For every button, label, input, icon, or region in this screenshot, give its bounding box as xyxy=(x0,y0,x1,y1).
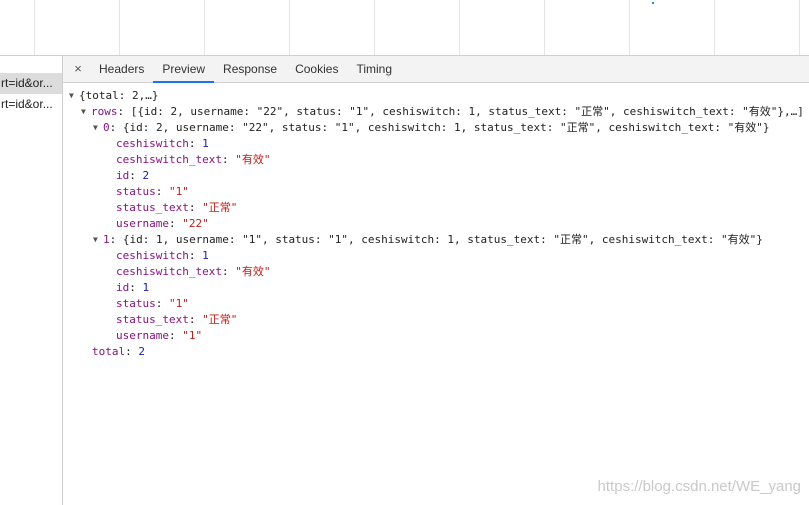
request-list: rt=id&or... rt=id&or... xyxy=(0,56,63,505)
expand-triangle-icon[interactable]: ▼ xyxy=(69,88,79,104)
tab-response[interactable]: Response xyxy=(214,56,286,82)
request-details: × Headers Preview Response Cookies Timin… xyxy=(63,56,809,505)
json-value: "1" xyxy=(182,329,203,342)
json-value: 1 xyxy=(142,281,150,294)
json-colon: : xyxy=(188,201,203,214)
json-colon: : xyxy=(188,137,203,150)
json-value: 1 xyxy=(202,249,209,262)
json-colon: : xyxy=(125,345,139,358)
json-value: 2 xyxy=(138,345,145,358)
timeline-gridline xyxy=(799,0,800,55)
json-colon: : xyxy=(109,121,123,134)
timeline-gridline xyxy=(204,0,205,55)
json-colon: : xyxy=(168,329,183,342)
timeline-gridline xyxy=(374,0,375,55)
json-colon: : xyxy=(109,233,123,246)
json-colon: : xyxy=(129,169,143,182)
json-root-node[interactable]: ▼ {total: 2,…} xyxy=(63,88,809,104)
json-value: "1" xyxy=(169,185,189,198)
watermark-text: https://blog.csdn.net/WE_yang xyxy=(597,478,801,495)
json-item-node[interactable]: ▼ 0: {id: 2, username: "22", status: "1",… xyxy=(63,120,809,136)
json-index: 0 xyxy=(103,121,110,134)
json-key: status xyxy=(116,297,156,310)
json-rows-node[interactable]: ▼ rows: [{id: 2, username: "22", status: … xyxy=(63,104,809,120)
json-value: 1 xyxy=(202,137,209,150)
json-key: username xyxy=(116,329,169,342)
json-key: status_text xyxy=(116,313,189,326)
json-colon: : xyxy=(221,265,236,278)
timeline-gridline xyxy=(544,0,545,55)
json-field: status: "1" xyxy=(63,296,809,312)
json-value: "有效" xyxy=(235,153,271,166)
tab-timing[interactable]: Timing xyxy=(347,56,401,82)
json-key: id xyxy=(116,281,130,294)
timeline-gridline xyxy=(289,0,290,55)
json-colon: : xyxy=(117,105,131,118)
json-key: status_text xyxy=(116,201,189,214)
json-root-summary: {total: 2,…} xyxy=(79,89,159,102)
timeline-gridline xyxy=(34,0,35,55)
json-value: "正常" xyxy=(202,201,238,214)
json-key: ceshiswitch xyxy=(116,249,189,262)
json-colon: : xyxy=(188,313,203,326)
json-colon: : xyxy=(168,217,183,230)
json-item-summary: {id: 1, username: "1", status: "1", cesh… xyxy=(122,233,763,246)
expand-triangle-icon[interactable]: ▼ xyxy=(81,104,91,120)
json-colon: : xyxy=(221,153,236,166)
request-row-selected[interactable]: rt=id&or... xyxy=(0,73,62,94)
json-value: "1" xyxy=(169,297,189,310)
json-field: ceshiswitch_text: "有效" xyxy=(63,264,809,280)
timeline-request-marker xyxy=(652,2,654,4)
json-field: username: "1" xyxy=(63,328,809,344)
json-colon: : xyxy=(188,249,203,262)
json-key: username xyxy=(116,217,169,230)
json-field: status_text: "正常" xyxy=(63,312,809,328)
json-key: total xyxy=(92,345,126,358)
devtools-network-panel: rt=id&or... rt=id&or... × Headers Previe… xyxy=(0,0,809,505)
timeline-gridline xyxy=(714,0,715,55)
json-rows-summary: [{id: 2, username: "22", status: "1", ce… xyxy=(130,105,804,118)
json-field: ceshiswitch_text: "有效" xyxy=(63,152,809,168)
json-key: rows xyxy=(91,105,118,118)
expand-triangle-icon[interactable]: ▼ xyxy=(93,120,103,136)
close-icon[interactable]: × xyxy=(66,56,90,82)
json-index: 1 xyxy=(103,233,110,246)
json-colon: : xyxy=(155,297,169,310)
json-colon: : xyxy=(129,281,143,294)
request-row[interactable]: rt=id&or... xyxy=(0,94,62,115)
json-key: status xyxy=(116,185,156,198)
json-field: status_text: "正常" xyxy=(63,200,809,216)
json-field: ceshiswitch: 1 xyxy=(63,136,809,152)
timeline-gridline xyxy=(119,0,120,55)
json-key: id xyxy=(116,169,130,182)
network-timeline xyxy=(0,0,809,56)
json-item-node[interactable]: ▼ 1: {id: 1, username: "1", status: "1", … xyxy=(63,232,809,248)
json-item-summary: {id: 2, username: "22", status: "1", ces… xyxy=(122,121,770,134)
tab-cookies[interactable]: Cookies xyxy=(286,56,347,82)
timeline-gridline xyxy=(629,0,630,55)
json-field: id: 1 xyxy=(63,280,809,296)
details-tabbar: × Headers Preview Response Cookies Timin… xyxy=(63,56,809,83)
json-value: 2 xyxy=(142,169,150,182)
json-key: ceshiswitch_text xyxy=(116,265,222,278)
json-key: ceshiswitch_text xyxy=(116,153,222,166)
json-colon: : xyxy=(155,185,169,198)
json-value: "有效" xyxy=(235,265,271,278)
timeline-gridline xyxy=(459,0,460,55)
json-field: username: "22" xyxy=(63,216,809,232)
json-field: status: "1" xyxy=(63,184,809,200)
json-field: total: 2 xyxy=(63,344,809,360)
expand-triangle-icon[interactable]: ▼ xyxy=(93,232,103,248)
json-value: "22" xyxy=(182,217,209,230)
json-field: ceshiswitch: 1 xyxy=(63,248,809,264)
tab-headers[interactable]: Headers xyxy=(90,56,153,82)
json-key: ceshiswitch xyxy=(116,137,189,150)
json-value: "正常" xyxy=(202,313,238,326)
tab-preview[interactable]: Preview xyxy=(153,56,215,83)
json-field: id: 2 xyxy=(63,168,809,184)
json-preview-tree: ▼ {total: 2,…} ▼ rows: [{id: 2, username: … xyxy=(63,83,809,360)
